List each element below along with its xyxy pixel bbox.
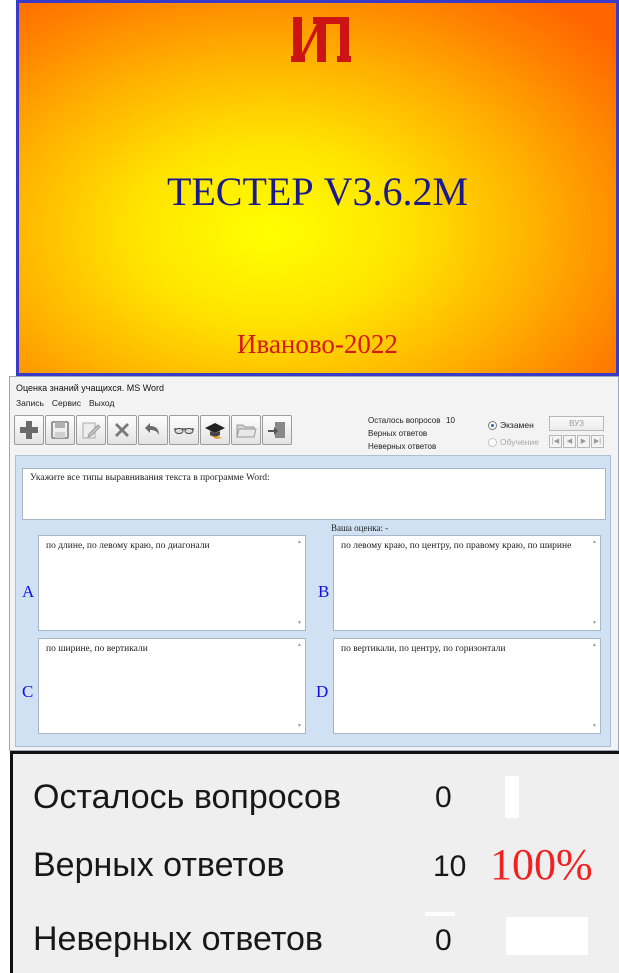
answer-text-b: по левому краю, по центру, по правому кр… (341, 541, 572, 551)
undo-icon (145, 423, 159, 435)
answer-d-scrollbar[interactable]: ▲ ▼ (590, 640, 599, 732)
edit-icon (82, 422, 101, 439)
view-button[interactable] (169, 415, 199, 445)
remaining-label: Осталось вопросов (368, 416, 441, 425)
zoom-wrong-label: Неверных ответов (33, 920, 323, 958)
toolbar (14, 415, 292, 445)
delete-icon (115, 423, 129, 437)
stats-panel: Осталось вопросов 10 Верных ответов Неве… (368, 414, 466, 453)
learning-radio[interactable]: Обучение (488, 434, 539, 451)
answer-box-c[interactable]: по ширине, по вертикали ▲ ▼ (38, 638, 306, 734)
answer-text-d: по вертикали, по центру, по горизонтали (341, 644, 506, 654)
correct-value (446, 427, 466, 440)
splash-footer: Иваново-2022 (237, 329, 398, 359)
exit-button[interactable] (262, 415, 292, 445)
scroll-up-icon[interactable]: ▲ (591, 539, 598, 546)
scroll-down-icon[interactable]: ▼ (591, 723, 598, 730)
stats-zoom: Осталось вопросов 0 Верных ответов 10 10… (10, 751, 619, 973)
add-button[interactable] (14, 415, 44, 445)
answer-letter-a: A (22, 582, 35, 601)
edit-button[interactable] (76, 415, 106, 445)
question-panel: Укажите все типы выравнивания текста в п… (15, 455, 611, 747)
exam-label: Экзамен (500, 420, 534, 430)
first-record-button[interactable]: |◀ (549, 435, 562, 448)
menu-item-record[interactable]: Запись (16, 398, 44, 408)
scroll-up-icon[interactable]: ▲ (296, 539, 303, 546)
answer-box-b[interactable]: по левому краю, по центру, по правому кр… (333, 535, 601, 631)
graduation-cap-icon (205, 423, 225, 439)
answer-letter-c: C (22, 682, 34, 701)
undo-button[interactable] (138, 415, 168, 445)
logo-icon (291, 17, 351, 62)
remaining-bar (505, 776, 519, 818)
scroll-down-icon[interactable]: ▼ (296, 723, 303, 730)
save-button[interactable] (45, 415, 75, 445)
remaining-value: 10 (446, 416, 455, 425)
prev-record-button[interactable]: ◀ (563, 435, 576, 448)
zoom-correct-value: 10 (433, 850, 467, 883)
exit-door-icon (268, 422, 285, 438)
app-window: Оценка знаний учащихся. MS Word Запись С… (9, 376, 619, 751)
menu-bar: Запись Сервис Выход (16, 398, 114, 408)
question-text: Укажите все типы выравнивания текста в п… (22, 468, 606, 520)
answer-box-a[interactable]: по длине, по левому краю, по диагонали ▲… (38, 535, 306, 631)
answer-box-d[interactable]: по вертикали, по центру, по горизонтали … (333, 638, 601, 734)
window-title: Оценка знаний учащихся. MS Word (16, 383, 165, 393)
correct-percent: 100% (490, 840, 593, 889)
glasses-icon (174, 428, 194, 434)
zoom-remaining-value: 0 (435, 781, 452, 814)
vuz-button[interactable]: ВУЗ (549, 416, 604, 431)
folder-icon (236, 424, 257, 438)
answer-text-c: по ширине, по вертикали (46, 644, 148, 654)
scroll-up-icon[interactable]: ▲ (591, 642, 598, 649)
learning-button[interactable] (200, 415, 230, 445)
learning-label: Обучение (500, 437, 539, 447)
last-record-button[interactable]: ▶| (591, 435, 604, 448)
mode-selector: Экзамен Обучение (488, 417, 539, 451)
answer-letter-b: B (318, 582, 330, 601)
wrong-value (446, 440, 466, 453)
navigation-buttons: |◀ ◀ ▶ ▶| (549, 435, 604, 448)
scroll-down-icon[interactable]: ▼ (296, 620, 303, 627)
wrong-bar (506, 917, 588, 955)
menu-item-exit[interactable]: Выход (89, 398, 114, 408)
next-record-button[interactable]: ▶ (577, 435, 590, 448)
zoom-correct-label: Верных ответов (33, 846, 285, 884)
answer-text-a: по длине, по левому краю, по диагонали (46, 541, 210, 551)
delete-button[interactable] (107, 415, 137, 445)
exam-radio[interactable]: Экзамен (488, 417, 539, 434)
save-icon (51, 421, 69, 439)
wrong-label: Неверных ответов (368, 442, 437, 451)
open-button[interactable] (231, 415, 261, 445)
grade-label: Ваша оценка: - (331, 523, 389, 533)
answer-c-scrollbar[interactable]: ▲ ▼ (295, 640, 304, 732)
zoom-remaining-label: Осталось вопросов (33, 778, 342, 816)
scroll-up-icon[interactable]: ▲ (296, 642, 303, 649)
radio-unchecked-icon (488, 438, 497, 447)
add-icon (20, 421, 38, 439)
zoom-wrong-value: 0 (435, 924, 452, 957)
splash-title: ТЕСТЕР V3.6.2M (166, 169, 469, 214)
scroll-down-icon[interactable]: ▼ (591, 620, 598, 627)
radio-checked-icon (488, 421, 497, 430)
answer-letter-d: D (316, 682, 329, 701)
correct-label: Верных ответов (368, 429, 428, 438)
answer-b-scrollbar[interactable]: ▲ ▼ (590, 537, 599, 629)
wrong-bar-tick (425, 912, 455, 916)
menu-item-service[interactable]: Сервис (52, 398, 81, 408)
answer-a-scrollbar[interactable]: ▲ ▼ (295, 537, 304, 629)
splash-screen: ТЕСТЕР V3.6.2M Иваново-2022 (16, 0, 619, 376)
